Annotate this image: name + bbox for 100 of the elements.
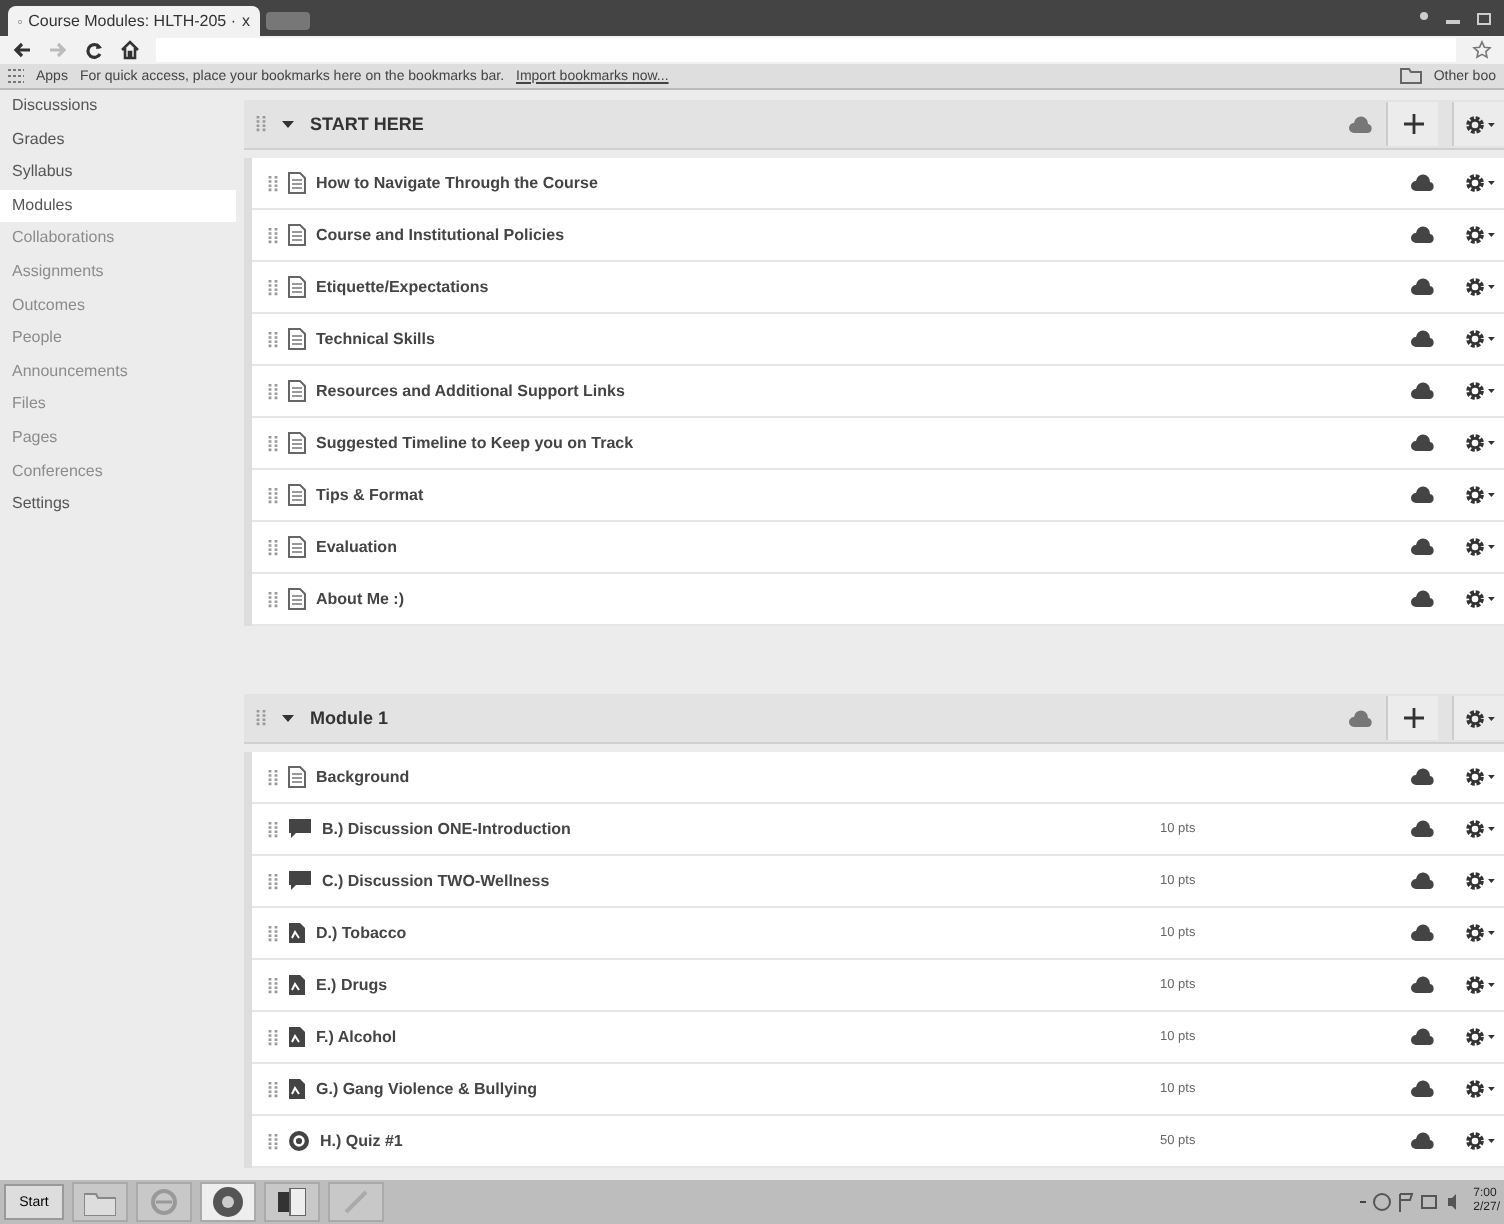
drag-handle-icon[interactable] [268, 1079, 278, 1099]
module-title: START HERE [310, 114, 424, 134]
item-title[interactable]: Evaluation [316, 538, 397, 556]
settings-button[interactable] [1452, 102, 1504, 146]
folder-icon [84, 1189, 116, 1215]
star-icon[interactable] [1472, 40, 1492, 60]
item-title[interactable]: E.) Drugs [316, 976, 388, 994]
drag-handle-icon[interactable] [268, 923, 278, 943]
tab-title: Course Modules: HLTH-205 · [28, 12, 236, 30]
published-icon[interactable] [1410, 382, 1434, 400]
settings-icon[interactable] [1464, 536, 1496, 558]
drag-handle-icon[interactable] [256, 708, 266, 728]
settings-icon[interactable] [1464, 276, 1496, 298]
item-title[interactable]: Suggested Timeline to Keep you on Track [316, 434, 634, 452]
drag-handle-icon[interactable] [268, 767, 278, 787]
settings-icon[interactable] [1464, 484, 1496, 506]
sidebar-item[interactable]: Grades [0, 123, 236, 157]
tab-close-button[interactable]: x [242, 12, 250, 30]
published-icon[interactable] [1410, 1080, 1434, 1098]
sidebar-item[interactable]: Settings [0, 488, 236, 522]
module-title: Module 1 [310, 708, 389, 728]
reload-icon[interactable] [84, 40, 104, 60]
settings-icon[interactable] [1464, 1078, 1496, 1100]
add-item-button[interactable] [1386, 696, 1438, 740]
drag-handle-icon[interactable] [268, 173, 278, 193]
drag-handle-icon[interactable] [268, 433, 278, 453]
item-title[interactable]: B.) Discussion ONE-Introduction [322, 820, 571, 838]
settings-icon[interactable] [1464, 328, 1496, 350]
drag-handle-icon[interactable] [268, 871, 278, 891]
drag-handle-icon[interactable] [268, 225, 278, 245]
drag-handle-icon[interactable] [268, 485, 278, 505]
item-title[interactable]: Etiquette/Expectations [316, 278, 489, 296]
sidebar-item[interactable]: Discussions [0, 90, 236, 124]
drag-handle-icon[interactable] [256, 114, 266, 134]
published-icon[interactable] [1410, 330, 1434, 348]
published-icon[interactable] [1410, 768, 1434, 786]
settings-icon [1463, 707, 1495, 729]
item-title[interactable]: F.) Alcohol [316, 1028, 397, 1046]
drag-handle-icon[interactable] [268, 819, 278, 839]
published-icon[interactable] [1410, 924, 1434, 942]
drag-handle-icon[interactable] [268, 381, 278, 401]
restore-icon[interactable] [1476, 10, 1496, 26]
published-icon[interactable] [1410, 226, 1434, 244]
tray-icons-drawing [1357, 1192, 1462, 1212]
item-title[interactable]: Technical Skills [316, 330, 435, 348]
item-title[interactable]: Course and Institutional Policies [316, 226, 565, 244]
drag-handle-icon[interactable] [268, 277, 278, 297]
item-title[interactable]: H.) Quiz #1 [320, 1132, 403, 1150]
sidebar-item[interactable]: Syllabus [0, 156, 236, 190]
settings-icon[interactable] [1464, 870, 1496, 892]
item-title[interactable]: D.) Tobacco [316, 924, 407, 942]
item-title[interactable]: Resources and Additional Support Links [316, 382, 625, 400]
address-field[interactable] [156, 38, 1456, 62]
drag-handle-icon[interactable] [268, 1131, 278, 1151]
drag-handle-icon[interactable] [268, 589, 278, 609]
caret-icon[interactable] [280, 116, 296, 132]
settings-icon[interactable] [1464, 1026, 1496, 1048]
settings-icon[interactable] [1464, 380, 1496, 402]
published-icon[interactable] [1410, 278, 1434, 296]
item-title[interactable]: Tips & Format [316, 486, 424, 504]
settings-icon[interactable] [1464, 588, 1496, 610]
item-title[interactable]: G.) Gang Violence & Bullying [316, 1080, 538, 1098]
published-icon[interactable] [1410, 1028, 1434, 1046]
drag-handle-icon[interactable] [268, 975, 278, 995]
published-icon[interactable] [1410, 1132, 1434, 1150]
taskbar-button[interactable] [200, 1182, 256, 1222]
settings-icon[interactable] [1464, 224, 1496, 246]
settings-icon[interactable] [1464, 172, 1496, 194]
published-icon[interactable] [1410, 538, 1434, 556]
add-item-button[interactable] [1386, 102, 1438, 146]
drag-handle-icon[interactable] [268, 537, 278, 557]
document-icon [278, 1188, 306, 1216]
published-icon[interactable] [1410, 590, 1434, 608]
item-title[interactable]: How to Navigate Through the Course [316, 174, 598, 192]
settings-icon[interactable] [1464, 1130, 1496, 1152]
published-icon[interactable] [1410, 486, 1434, 504]
drag-handle-icon[interactable] [268, 1027, 278, 1047]
sidebar-item[interactable]: Modules [0, 189, 236, 223]
item-title[interactable]: About Me :) [316, 590, 404, 608]
drag-handle-icon[interactable] [268, 329, 278, 349]
settings-icon[interactable] [1464, 432, 1496, 454]
settings-button[interactable] [1452, 696, 1504, 740]
taskbar-button[interactable] [264, 1182, 320, 1222]
apps-icon[interactable] [8, 68, 24, 84]
home-icon[interactable] [120, 40, 140, 60]
published-icon[interactable] [1410, 872, 1434, 890]
published-icon[interactable] [1410, 976, 1434, 994]
published-icon[interactable] [1410, 174, 1434, 192]
browser-tab[interactable]: Course Modules: HLTH-205 · x [8, 6, 260, 36]
back-icon[interactable] [12, 40, 32, 60]
settings-icon[interactable] [1464, 818, 1496, 840]
published-icon[interactable] [1410, 820, 1434, 838]
settings-icon[interactable] [1464, 766, 1496, 788]
user-icon[interactable] [1416, 10, 1432, 26]
item-title[interactable]: C.) Discussion TWO-Wellness [322, 872, 550, 890]
item-title[interactable]: Background [316, 768, 410, 786]
published-icon[interactable] [1410, 434, 1434, 452]
settings-icon[interactable] [1464, 922, 1496, 944]
settings-icon[interactable] [1464, 974, 1496, 996]
caret-icon[interactable] [280, 710, 296, 726]
